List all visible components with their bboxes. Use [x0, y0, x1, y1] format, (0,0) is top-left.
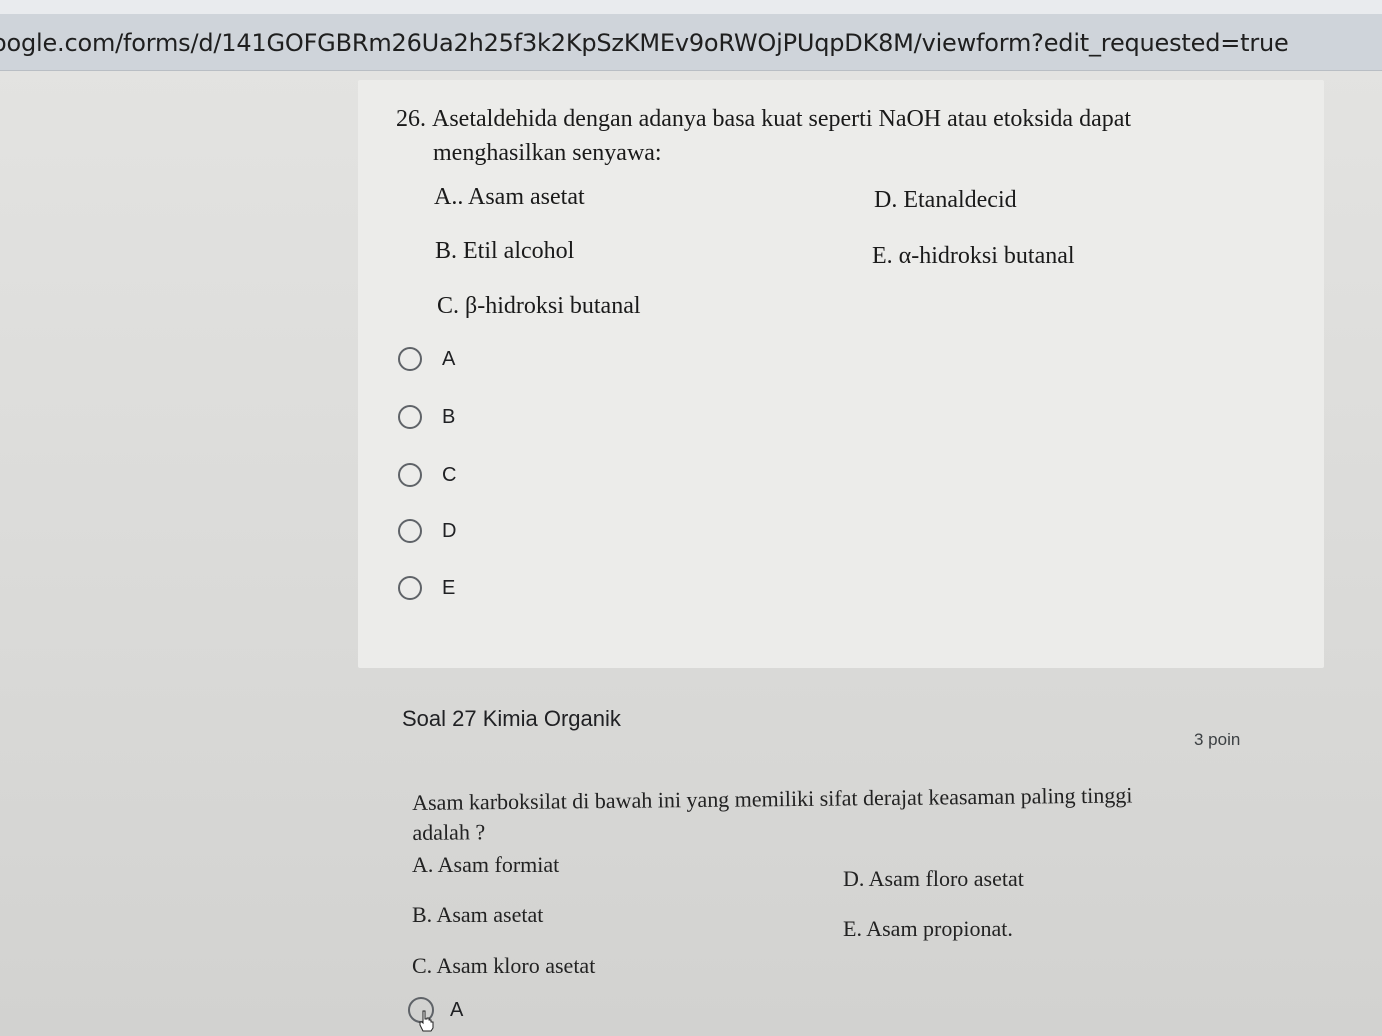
question-27-points: 3 poin [1194, 730, 1241, 749]
q26-option-c-text: C. β-hidroksi butanal [437, 293, 641, 319]
radio-button-icon[interactable] [398, 463, 422, 487]
radio-button-icon[interactable] [398, 576, 422, 600]
q27-option-c-text: C. Asam kloro asetat [412, 953, 596, 978]
q26-option-b-text: B. Etil alcohol [435, 238, 575, 264]
q27-option-e-text: E. Asam propionat. [843, 916, 1013, 941]
q26-option-e-text: E. α-hidroksi butanal [872, 243, 1075, 269]
q26-choice-a[interactable]: A [398, 343, 455, 375]
radio-button-icon[interactable] [398, 405, 422, 429]
address-bar-url[interactable]: oogle.com/forms/d/141GOFGBRm26Ua2h25f3k2… [0, 14, 1382, 70]
browser-top-strip [0, 0, 1382, 14]
q26-choice-c-label: C [442, 463, 457, 486]
q26-choice-b-label: B [442, 405, 456, 428]
page: oogle.com/forms/d/141GOFGBRm26Ua2h25f3k2… [0, 0, 1382, 1036]
q27-option-b-text: B. Asam asetat [412, 902, 544, 927]
question-27-section-title: Soal 27 Kimia Organik [402, 706, 621, 731]
radio-button-icon[interactable] [398, 519, 422, 543]
q26-choice-a-label: A [442, 347, 456, 370]
q26-choice-d-label: D [442, 519, 457, 542]
question-26-text: 26. Asetaldehida dengan adanya basa kuat … [396, 102, 1196, 170]
q27-choice-a-label: A [450, 998, 464, 1021]
q26-choice-b[interactable]: B [398, 401, 455, 433]
question-26-line2: menghasilkan senyawa: [433, 140, 662, 166]
question-26-line1: Asetaldehida dengan adanya basa kuat sep… [432, 106, 1132, 132]
question-26-number: 26. [396, 106, 426, 132]
hand-pointer-cursor-icon [419, 1010, 434, 1032]
q26-option-a-text: A.. Asam asetat [434, 184, 585, 210]
q26-choice-c[interactable]: C [398, 459, 456, 491]
q26-choice-d[interactable]: D [398, 515, 456, 547]
q26-choice-e[interactable]: E [398, 572, 455, 604]
q26-choice-e-label: E [442, 576, 456, 599]
q26-option-d-text: D. Etanaldecid [874, 187, 1017, 213]
q27-choice-a[interactable]: A [408, 997, 463, 1023]
q27-option-a-text: A. Asam formiat [412, 852, 560, 877]
q27-option-d-text: D. Asam floro asetat [843, 866, 1024, 891]
radio-button-icon[interactable] [398, 347, 422, 371]
question-27-text: Asam karboksilat di bawah ini yang memil… [412, 779, 1233, 848]
